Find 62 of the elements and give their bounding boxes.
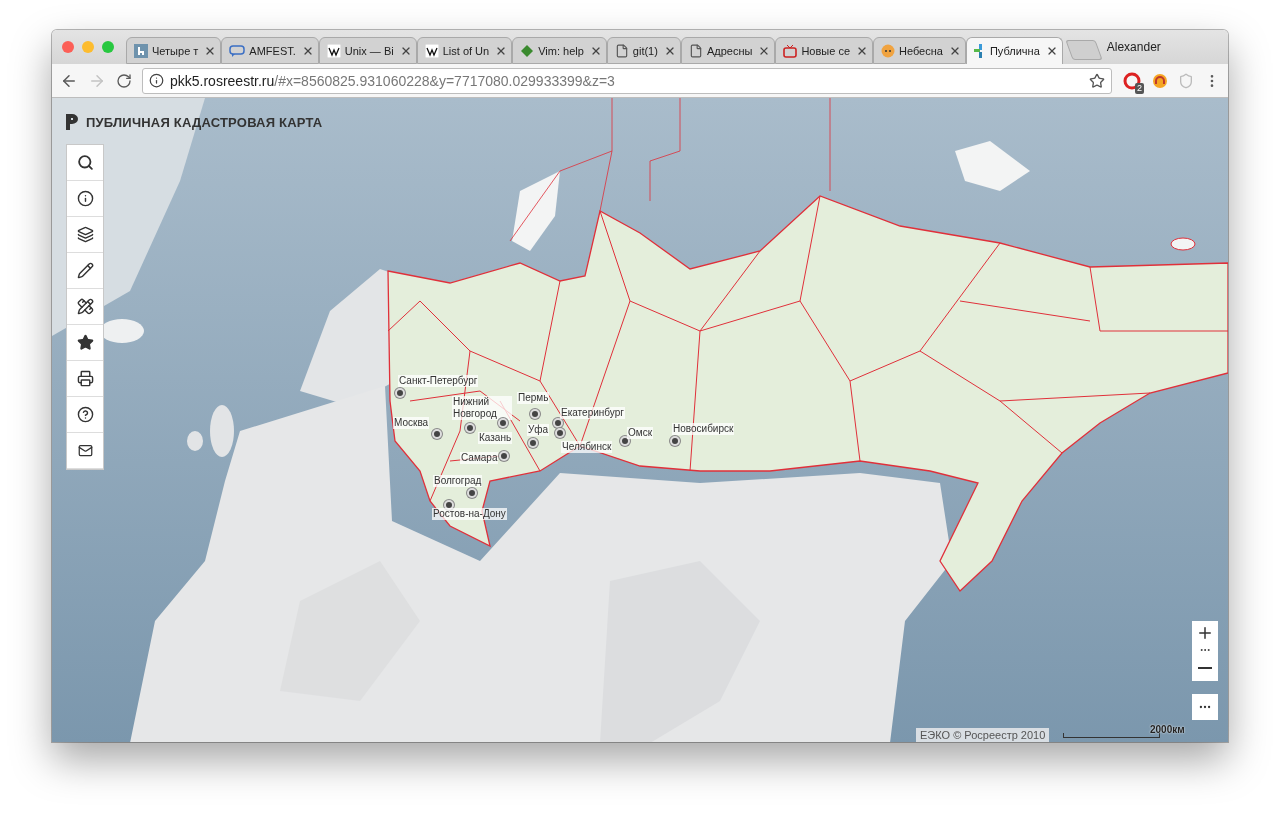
document-icon	[688, 43, 703, 58]
map-title: ПУБЛИЧНАЯ КАДАСТРОВАЯ КАРТА	[86, 114, 323, 130]
star-icon	[76, 334, 94, 351]
browser-tab[interactable]: Новые се	[775, 37, 873, 64]
speech-bubble-icon	[229, 44, 246, 57]
address-field[interactable]: pkk5.rosreestr.ru/#x=8560825.931060228&y=7717080.029933399&z=3	[142, 67, 1112, 94]
url-path: /#x=8560825.931060228&y=7717080.029933399&z=3	[274, 72, 615, 89]
city-marker[interactable]	[465, 423, 475, 433]
cartoon-face-icon	[881, 43, 895, 58]
browser-tab[interactable]: Vim: help	[512, 37, 607, 64]
reload-icon[interactable]	[116, 72, 132, 89]
browser-tab[interactable]: Публична	[965, 37, 1063, 64]
city-label: Омск	[627, 427, 654, 439]
tv-icon	[783, 43, 798, 58]
city-label: Екатеринбург	[560, 407, 625, 419]
city-label: Волгоград	[433, 475, 483, 487]
profile-name[interactable]: Alexander	[1106, 40, 1161, 54]
info-icon	[149, 73, 164, 88]
bookmark-star-icon[interactable]	[1089, 72, 1105, 89]
plus-icon	[1196, 624, 1214, 642]
logo-icon	[66, 114, 78, 130]
browser-tab[interactable]: Четыре т	[126, 37, 222, 64]
browser-tab[interactable]: git(1)	[606, 37, 681, 64]
browser-tab[interactable]: AMFEST.	[221, 37, 319, 64]
headphones-extension-icon[interactable]	[1152, 72, 1168, 89]
city-marker[interactable]	[555, 428, 565, 438]
info-icon	[76, 190, 94, 207]
city-marker[interactable]	[498, 418, 508, 428]
document-icon	[614, 43, 629, 58]
browser-tab[interactable]: Unix — Bi	[318, 37, 417, 64]
city-label: Новосибирск	[672, 423, 735, 435]
attribution: ЕЭКО © Росреестр 2010	[916, 728, 1050, 742]
wiki-favicon-icon	[326, 43, 341, 58]
wiki-favicon-icon	[424, 43, 439, 58]
minus-icon	[1198, 667, 1212, 669]
mail-icon	[77, 443, 93, 458]
extension-icon[interactable]: 2	[1122, 70, 1142, 91]
city-label: Уфа	[527, 424, 550, 436]
city-label: Пермь	[517, 392, 550, 404]
browser-tab[interactable]: Небесна	[873, 37, 966, 64]
help-icon	[76, 406, 94, 423]
layers-icon	[76, 226, 94, 243]
search-icon	[76, 154, 94, 171]
printer-icon	[76, 370, 94, 387]
city-label: Челябинск	[561, 441, 613, 453]
letter-favicon-icon	[134, 43, 148, 58]
city-label: Нижний Новгород	[452, 396, 512, 420]
city-label: Ростов-на-Дону	[432, 508, 507, 520]
extension-badge: 2	[1135, 82, 1144, 94]
city-label: Санкт-Петербург	[398, 375, 479, 387]
browser-tab[interactable]: Адресны	[680, 37, 776, 64]
city-marker[interactable]	[530, 409, 540, 419]
scale-label: 2000км	[1150, 724, 1185, 735]
pencil-icon	[76, 262, 94, 279]
pencil-ruler-icon	[76, 298, 94, 315]
url-host: pkk5.rosreestr.ru	[170, 72, 275, 89]
city-label: Москва	[393, 417, 430, 429]
city-marker[interactable]	[432, 429, 442, 439]
city-label: Самара	[460, 452, 499, 464]
city-label: Казань	[478, 432, 513, 444]
browser-tab[interactable]: List of Un	[416, 37, 513, 64]
city-marker[interactable]	[528, 438, 538, 448]
